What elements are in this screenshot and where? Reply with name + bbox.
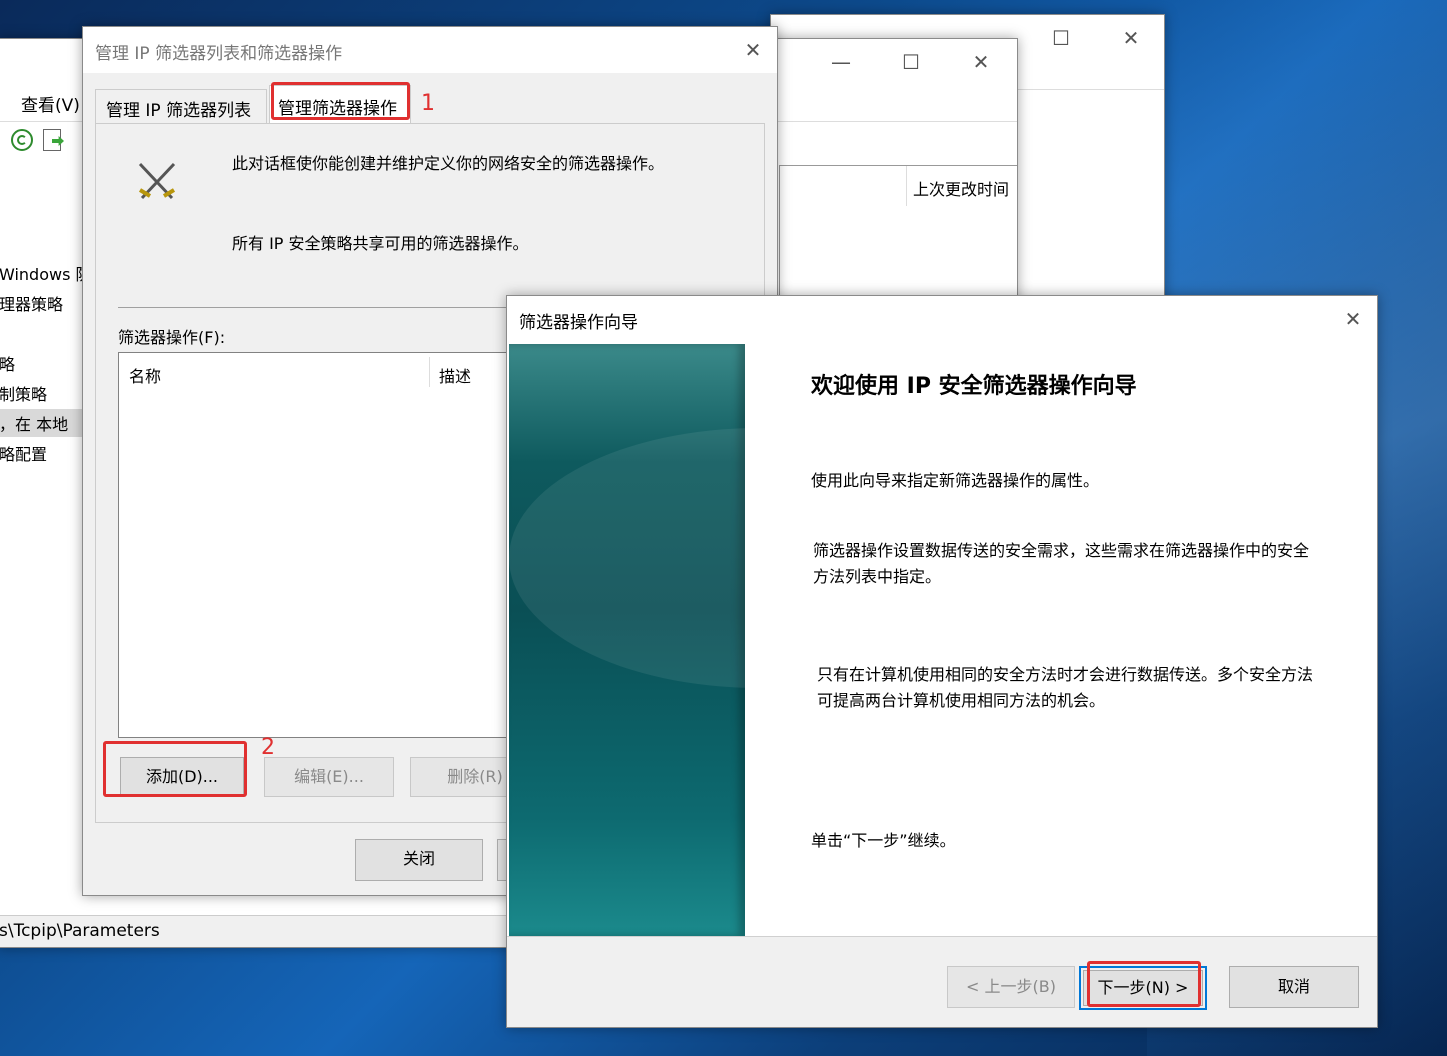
annotation-number-2: 2 <box>261 735 275 760</box>
close-icon[interactable]: ✕ <box>961 47 1001 77</box>
back-button[interactable]: < 上一步(B) <box>947 966 1075 1008</box>
tree-item[interactable]: 理器策略 <box>0 291 63 315</box>
status-path: s\Tcpip\Parameters <box>0 921 160 941</box>
tree-item[interactable]: 制策略 <box>0 381 47 405</box>
tree-pane: Windows 防 理器策略 略 制策略 ，在 本地 略配置 <box>0 165 92 855</box>
filter-actions-label: 筛选器操作(F): <box>118 328 226 347</box>
annotation-box-3 <box>1087 961 1201 1007</box>
wizard-button-bar: < 上一步(B) 下一步(N) > 取消 <box>507 936 1377 1027</box>
wizard-paragraph-3: 只有在计算机使用相同的安全方法时才会进行数据传送。多个安全方法可提高两台计算机使… <box>817 665 1314 710</box>
tree-item[interactable]: 略配置 <box>0 441 47 465</box>
maximize-icon[interactable]: ☐ <box>1041 23 1081 53</box>
annotation-number-1: 1 <box>421 91 435 116</box>
close-icon[interactable]: ✕ <box>1333 304 1373 334</box>
minimize-icon[interactable]: — <box>821 47 861 77</box>
dialog-title: 管理 IP 筛选器列表和筛选器操作 <box>95 44 343 64</box>
wizard-titlebar: 筛选器操作向导 ✕ <box>507 296 1377 342</box>
tab-filter-lists[interactable]: 管理 IP 筛选器列表 <box>95 89 267 123</box>
tree-item-selected[interactable]: ，在 本地 <box>0 409 83 437</box>
edit-button[interactable]: 编辑(E)... <box>264 757 394 797</box>
export-icon[interactable] <box>43 129 64 151</box>
list-pane: 上次更改时间 <box>779 165 1017 305</box>
column-header[interactable]: 上次更改时间 <box>906 166 1026 206</box>
cancel-button[interactable]: 取消 <box>1229 966 1359 1008</box>
dialog-description-2: 所有 IP 安全策略共享可用的筛选器操作。 <box>232 234 529 253</box>
tree-item[interactable]: Windows 防 <box>0 261 92 285</box>
banner-swoosh <box>509 428 745 688</box>
column-desc[interactable]: 描述 <box>439 363 471 387</box>
wizard-title: 筛选器操作向导 <box>519 313 638 333</box>
wizard-paragraph-4: 单击“下一步”继续。 <box>811 831 956 850</box>
column-name[interactable]: 名称 <box>129 363 161 387</box>
wizard-banner <box>509 344 745 936</box>
close-icon[interactable]: ✕ <box>1111 23 1151 53</box>
dialog-description-1: 此对话框使你能创建并维护定义你的网络安全的筛选器操作。 <box>232 154 665 173</box>
annotation-box-1 <box>271 82 410 120</box>
wizard-paragraph-2: 筛选器操作设置数据传送的安全需求，这些需求在筛选器操作中的安全方法列表中指定。 <box>813 541 1310 586</box>
dialog-titlebar: 管理 IP 筛选器列表和筛选器操作 ✕ <box>83 27 777 73</box>
close-icon[interactable]: ✕ <box>733 35 773 65</box>
maximize-icon[interactable]: ☐ <box>891 47 931 77</box>
crossed-swords-icon <box>134 160 180 206</box>
close-button[interactable]: 关闭 <box>355 839 483 881</box>
wizard-paragraph-1: 使用此向导来指定新筛选器操作的属性。 <box>811 471 1100 490</box>
filter-action-wizard: 筛选器操作向导 ✕ 欢迎使用 IP 安全筛选器操作向导 使用此向导来指定新筛选器… <box>506 295 1378 1028</box>
annotation-box-2 <box>103 741 247 797</box>
refresh-icon[interactable] <box>11 129 33 151</box>
wizard-heading: 欢迎使用 IP 安全筛选器操作向导 <box>811 374 1137 399</box>
column-divider <box>429 357 430 387</box>
tree-item[interactable]: 略 <box>0 351 15 375</box>
menu-view[interactable]: 查看(V) <box>21 91 80 116</box>
